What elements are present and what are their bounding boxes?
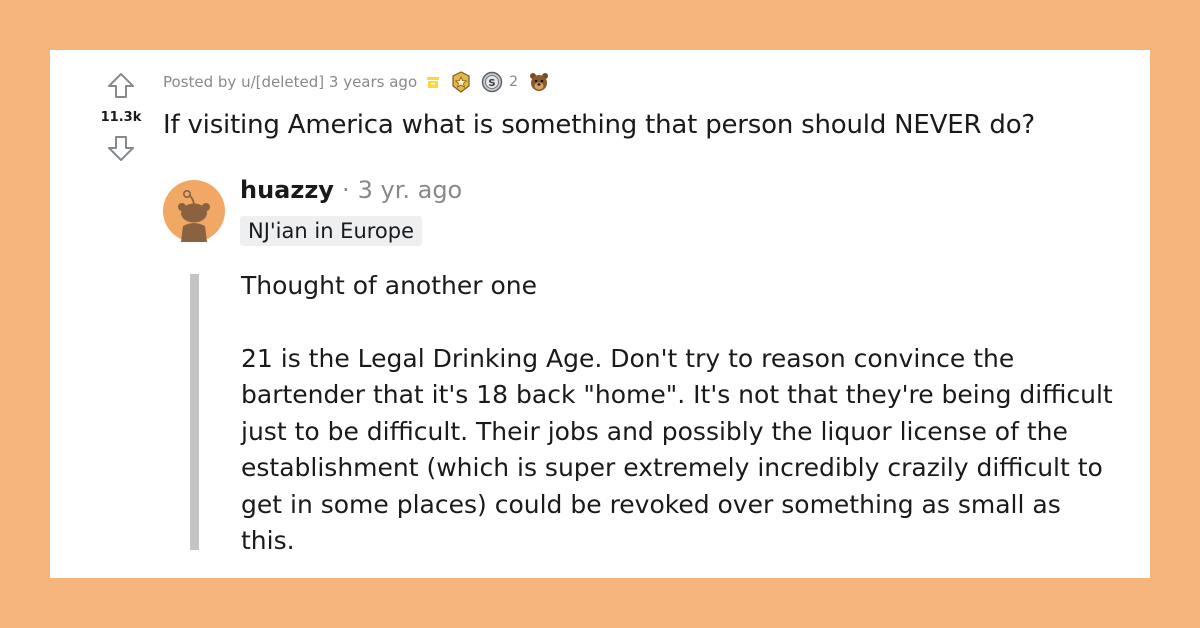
reddit-snoo-avatar-icon[interactable] — [163, 180, 225, 242]
upvote-arrow-icon[interactable] — [106, 70, 136, 100]
comment-paragraph: Thought of another one — [241, 271, 537, 300]
svg-text:S: S — [489, 78, 496, 89]
meta-separator: · — [341, 176, 350, 204]
post-meta-text: Posted by u/[deleted] 3 years ago — [163, 73, 418, 91]
comment-body: Thought of another one 21 is the Legal D… — [241, 268, 1121, 560]
vote-column: 11.3k — [98, 70, 144, 163]
star-medal-award-icon[interactable] — [449, 70, 473, 94]
comment-thread-line[interactable] — [190, 274, 199, 550]
comment-username[interactable]: huazzy — [240, 176, 334, 204]
comment-paragraph: 21 is the Legal Drinking Age. Don't try … — [241, 343, 1113, 556]
silver-award-count: 2 — [509, 74, 519, 90]
bear-award-icon[interactable] — [528, 71, 550, 93]
silver-award-icon[interactable]: S — [481, 71, 503, 93]
comment-author-row: huazzy · 3 yr. ago — [240, 176, 462, 204]
post-title[interactable]: If visiting America what is something th… — [163, 110, 1035, 140]
archive-badge-icon — [425, 74, 441, 90]
vote-count: 11.3k — [100, 110, 142, 125]
downvote-arrow-icon[interactable] — [106, 133, 136, 163]
user-flair: NJ'ian in Europe — [240, 216, 423, 246]
post-card: 11.3k Posted by u/[deleted] 3 years ago … — [50, 50, 1150, 578]
post-meta: Posted by u/[deleted] 3 years ago S 2 — [163, 70, 550, 94]
comment-timestamp[interactable]: 3 yr. ago — [358, 176, 463, 204]
